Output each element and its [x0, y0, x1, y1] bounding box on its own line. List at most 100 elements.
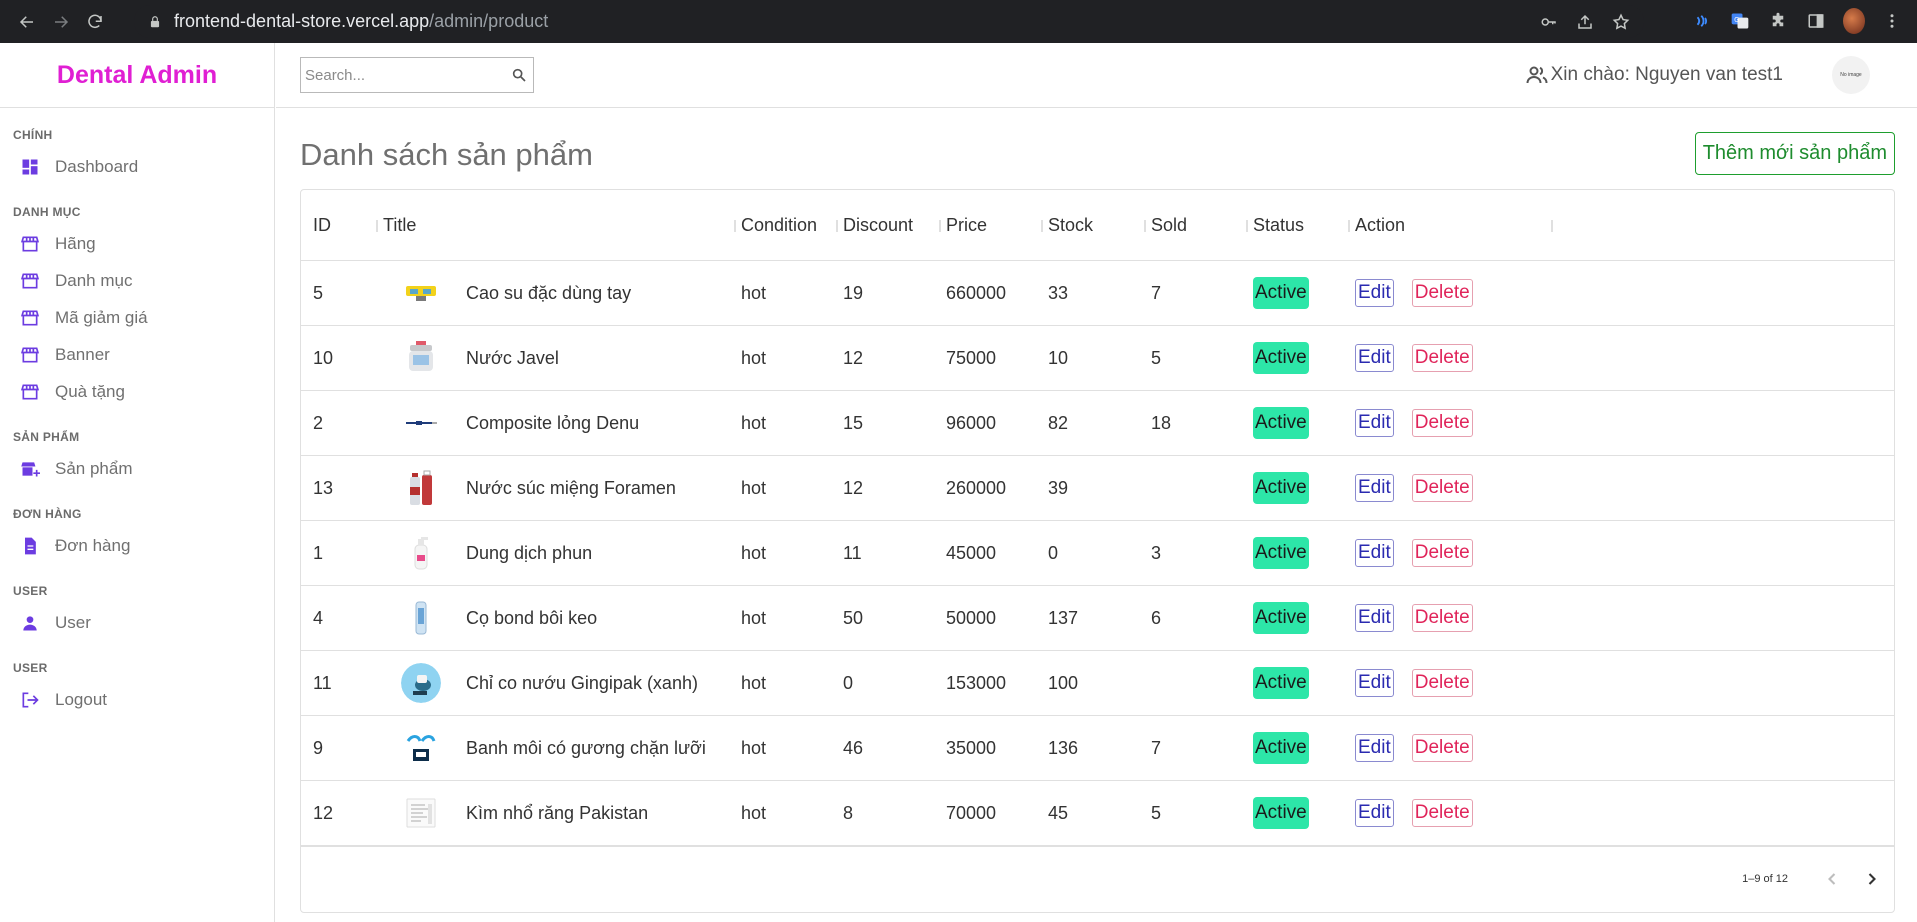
edit-button[interactable]: Edit [1355, 409, 1394, 437]
cell-discount: 46 [843, 737, 864, 758]
cell-status: Active [1253, 326, 1309, 390]
cell-id: 10 [313, 347, 334, 368]
delete-button[interactable]: Delete [1411, 799, 1473, 827]
edit-button[interactable]: Edit [1355, 539, 1394, 567]
translate-extension-icon[interactable]: G [1729, 10, 1751, 32]
column-separator[interactable] [1551, 220, 1553, 232]
reload-icon[interactable] [80, 7, 110, 37]
column-separator[interactable] [1348, 220, 1350, 232]
status-badge: Active [1253, 732, 1309, 764]
sidebar-item-san-pham[interactable]: Sản phẩm [13, 450, 274, 487]
edit-button[interactable]: Edit [1355, 604, 1394, 632]
column-header-discount[interactable]: Discount [843, 190, 913, 261]
chevron-left-icon[interactable] [1822, 869, 1842, 889]
delete-button[interactable]: Delete [1411, 279, 1473, 307]
search-icon[interactable] [511, 67, 527, 83]
address-bar[interactable]: frontend-dental-store.vercel.app/admin/p… [134, 5, 1644, 38]
avatar[interactable]: No image [1832, 56, 1870, 94]
delete-button[interactable]: Delete [1411, 669, 1473, 697]
search-input[interactable] [301, 58, 511, 92]
product-thumbnail [401, 468, 441, 508]
sidebar-item-don-hang[interactable]: Đơn hàng [13, 527, 274, 564]
add-product-button[interactable]: Thêm mới sản phẩm [1694, 132, 1895, 175]
table-header: ID Title Condition Discount Price Stock Sold St… [301, 190, 1894, 261]
delete-button[interactable]: Delete [1411, 474, 1473, 502]
dashboard-icon [19, 156, 41, 178]
column-separator[interactable] [376, 220, 378, 232]
column-header-action[interactable]: Action [1355, 190, 1405, 261]
table-row[interactable]: 4 Cọ bond bôi keo hot 50 50000 137 6 Active Edit… [301, 586, 1894, 651]
edit-button[interactable]: Edit [1355, 734, 1394, 762]
table-row[interactable]: 5 Cao su đặc dùng tay hot 19 660000 33 7 Active… [301, 261, 1894, 326]
sidebar-item-dashboard[interactable]: Dashboard [13, 148, 274, 185]
table-footer: 1–9 of 12 [301, 846, 1894, 912]
table-row[interactable]: 13 Nước súc miệng Foramen hot 12 260000 39 Act… [301, 456, 1894, 521]
table-row[interactable]: 12 Kìm nhổ răng Pakistan hot 8 70000 45 5 Activ… [301, 781, 1894, 846]
column-header-sold[interactable]: Sold [1151, 190, 1187, 261]
column-header-stock[interactable]: Stock [1048, 190, 1093, 261]
profile-avatar[interactable] [1843, 8, 1865, 34]
cell-condition: hot [741, 282, 767, 303]
table-row[interactable]: 11 Chỉ co nướu Gingipak (xanh) hot 0 153000 1… [301, 651, 1894, 716]
cell-title: Nước Javel [466, 347, 559, 368]
star-icon[interactable] [1612, 13, 1630, 31]
chevron-right-icon[interactable] [1862, 869, 1882, 889]
delete-button[interactable]: Delete [1411, 604, 1473, 632]
edit-button[interactable]: Edit [1355, 344, 1394, 372]
delete-button[interactable]: Delete [1411, 539, 1473, 567]
menu-dots-icon[interactable] [1881, 10, 1903, 32]
table-row[interactable]: 2 Composite lỏng Denu hot 15 96000 82 18 Active… [301, 391, 1894, 456]
edit-button[interactable]: Edit [1355, 669, 1394, 697]
cell-condition: hot [741, 737, 767, 758]
puzzle-extension-icon[interactable] [1767, 10, 1789, 32]
delete-button[interactable]: Delete [1411, 734, 1473, 762]
edit-button[interactable]: Edit [1355, 474, 1394, 502]
sidebar-item-qua-tang[interactable]: Quà tặng [13, 373, 274, 410]
users-icon [1526, 66, 1548, 84]
column-header-title[interactable]: Title [383, 190, 416, 261]
cell-discount: 12 [843, 347, 864, 368]
sidebar-item-label: User [55, 612, 91, 632]
product-thumbnail [401, 403, 441, 443]
cell-stock: 0 [1048, 542, 1059, 563]
column-header-price[interactable]: Price [946, 190, 987, 261]
column-header-id[interactable]: ID [313, 190, 331, 261]
forward-icon[interactable] [46, 7, 76, 37]
key-icon[interactable] [1540, 13, 1558, 31]
column-header-status[interactable]: Status [1253, 190, 1304, 261]
wave-extension-icon[interactable] [1691, 10, 1713, 32]
sidebar-item-danh-muc[interactable]: Danh mục [13, 262, 274, 299]
column-separator[interactable] [1144, 220, 1146, 232]
sidebar-item-hang[interactable]: Hãng [13, 225, 274, 262]
edit-button[interactable]: Edit [1355, 279, 1394, 307]
table-row[interactable]: 9 Banh môi có gương chặn lưỡi hot 46 35000 13… [301, 716, 1894, 781]
status-badge: Active [1253, 342, 1309, 374]
cell-sold: 7 [1151, 282, 1162, 303]
cell-price: 45000 [946, 542, 997, 563]
cell-title: Cọ bond bôi keo [466, 607, 598, 628]
edit-button[interactable]: Edit [1355, 799, 1394, 827]
delete-button[interactable]: Delete [1411, 344, 1473, 372]
product-thumbnail [401, 338, 441, 378]
delete-button[interactable]: Delete [1411, 409, 1473, 437]
column-separator[interactable] [1041, 220, 1043, 232]
product-thumbnail [401, 598, 441, 638]
sidebar-item-banner[interactable]: Banner [13, 336, 274, 373]
column-separator[interactable] [1246, 220, 1248, 232]
brand-logo[interactable]: Dental Admin [0, 43, 274, 108]
column-header-condition[interactable]: Condition [741, 190, 817, 261]
share-icon[interactable] [1576, 13, 1594, 31]
back-icon[interactable] [12, 7, 42, 37]
sidebar-item-ma-giam-gia[interactable]: Mã giảm giá [13, 299, 274, 336]
table-row[interactable]: 1 Dung dịch phun hot 11 45000 0 3 Active Edit Del… [301, 521, 1894, 586]
cell-stock: 137 [1048, 607, 1079, 628]
side-panel-icon[interactable] [1805, 10, 1827, 32]
column-separator[interactable] [734, 220, 736, 232]
column-separator[interactable] [836, 220, 838, 232]
sidebar-item-logout[interactable]: Logout [13, 681, 274, 718]
cell-status: Active [1253, 456, 1309, 520]
cell-title: Chỉ co nướu Gingipak (xanh) [466, 672, 698, 693]
table-row[interactable]: 10 Nước Javel hot 12 75000 10 5 Active Edit Delet… [301, 326, 1894, 391]
sidebar-item-user[interactable]: User [13, 604, 274, 641]
column-separator[interactable] [939, 220, 941, 232]
